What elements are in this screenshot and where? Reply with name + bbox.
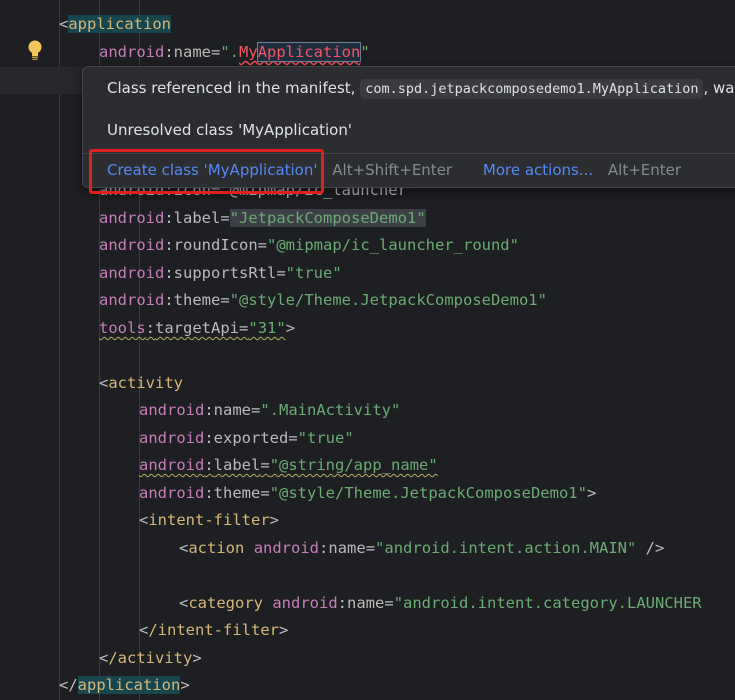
code-line[interactable]: </activity> xyxy=(99,645,202,672)
string-value: ".MainActivity" xyxy=(260,401,401,419)
xml-tag: category xyxy=(188,594,263,612)
attribute: roundIcon xyxy=(173,236,258,254)
namespace: android xyxy=(99,236,165,254)
attribute: targetApi xyxy=(155,319,240,337)
string-value: "@string/app_name" xyxy=(269,456,438,474)
attribute: exported xyxy=(213,429,289,447)
more-actions-shortcut: Alt+Enter xyxy=(607,161,682,179)
code-line[interactable]: </intent-filter> xyxy=(139,617,288,644)
string-value: "JetpackComposeDemo1" xyxy=(229,209,426,227)
string-value: "@style/Theme.JetpackComposeDemo1" xyxy=(269,484,587,502)
code-line[interactable]: android:supportsRtl="true" xyxy=(99,260,342,287)
string-value: ". xyxy=(220,43,240,61)
namespace: android xyxy=(139,401,205,419)
message-text: , was n xyxy=(703,79,735,97)
xml-tag: activity xyxy=(108,374,183,392)
unresolved-message: Unresolved class 'MyApplication' xyxy=(107,121,352,139)
code-line[interactable]: android:label="@string/app_name" xyxy=(139,452,438,479)
namespace: android xyxy=(99,291,165,309)
code-line[interactable]: tools:targetApi="31"> xyxy=(99,315,295,342)
namespace: android xyxy=(99,209,165,227)
namespace: android xyxy=(272,594,338,612)
code-line[interactable]: </application> xyxy=(59,672,190,699)
lightbulb-icon[interactable] xyxy=(26,39,44,61)
string-value: "@style/Theme.JetpackComposeDemo1" xyxy=(229,291,547,309)
namespace: android xyxy=(99,43,165,61)
error-message: Class referenced in the manifest, com.sp… xyxy=(107,79,735,99)
attribute: name xyxy=(328,539,366,557)
string-value: "@mipmap/ic_launcher_round" xyxy=(267,236,519,254)
namespace: android xyxy=(139,429,205,447)
xml-tag: application xyxy=(68,15,171,33)
code-line[interactable]: <intent-filter> xyxy=(139,507,279,534)
string-value: "android.intent.action.MAIN" xyxy=(375,539,637,557)
create-shortcut: Alt+Shift+Enter xyxy=(332,161,453,179)
class-reference: com.spd.jetpackcomposedemo1.MyApplicatio… xyxy=(360,79,704,99)
code-line[interactable]: android:name=".MainActivity" xyxy=(139,397,400,424)
message-text: Class referenced in the manifest, xyxy=(107,79,356,97)
attribute: theme xyxy=(213,484,261,502)
xml-tag: intent-filter xyxy=(148,511,270,529)
attribute: label xyxy=(213,456,261,474)
attribute: name xyxy=(213,401,251,419)
code-line[interactable]: android:theme="@style/Theme.JetpackCompo… xyxy=(139,480,596,507)
code-line[interactable]: android:name=".MyApplication" xyxy=(99,39,370,66)
code-line[interactable]: android:exported="true" xyxy=(139,425,354,452)
code-line[interactable]: <activity xyxy=(99,370,183,397)
string-value: "true" xyxy=(285,264,342,282)
namespace: android xyxy=(253,539,320,557)
namespace: android xyxy=(139,484,205,502)
attribute: label xyxy=(173,209,221,227)
namespace: android xyxy=(99,264,165,282)
string-value: "true" xyxy=(297,429,354,447)
namespace: android xyxy=(139,456,205,474)
code-line[interactable]: android:roundIcon="@mipmap/ic_launcher_r… xyxy=(99,232,519,259)
attribute: supportsRtl xyxy=(173,264,277,282)
code-line[interactable]: <category android:name="android.intent.c… xyxy=(179,590,702,617)
string-value: "android.intent.category.LAUNCHER xyxy=(393,594,702,612)
attribute: theme xyxy=(173,291,221,309)
xml-tag: /activity xyxy=(108,649,193,667)
code-line[interactable]: android:theme="@style/Theme.JetpackCompo… xyxy=(99,287,547,314)
code-line[interactable]: <application xyxy=(59,11,171,38)
string-value: " xyxy=(360,43,370,61)
selected-text: Application xyxy=(256,42,362,62)
attribute: name xyxy=(173,43,211,61)
xml-tag: action xyxy=(188,539,245,557)
indent-guide xyxy=(59,0,60,700)
highlight-box xyxy=(89,149,324,194)
xml-tag: application xyxy=(77,676,181,694)
code-line[interactable]: android:label="JetpackComposeDemo1" xyxy=(99,205,426,232)
xml-tag: /intent-filter xyxy=(148,621,279,639)
namespace: tools xyxy=(99,319,146,337)
attribute: name xyxy=(347,594,385,612)
string-value: "31" xyxy=(248,319,286,337)
unresolved-reference: My xyxy=(239,43,258,61)
more-actions-link[interactable]: More actions... xyxy=(483,161,593,179)
code-line[interactable]: <action android:name="android.intent.act… xyxy=(179,535,664,562)
